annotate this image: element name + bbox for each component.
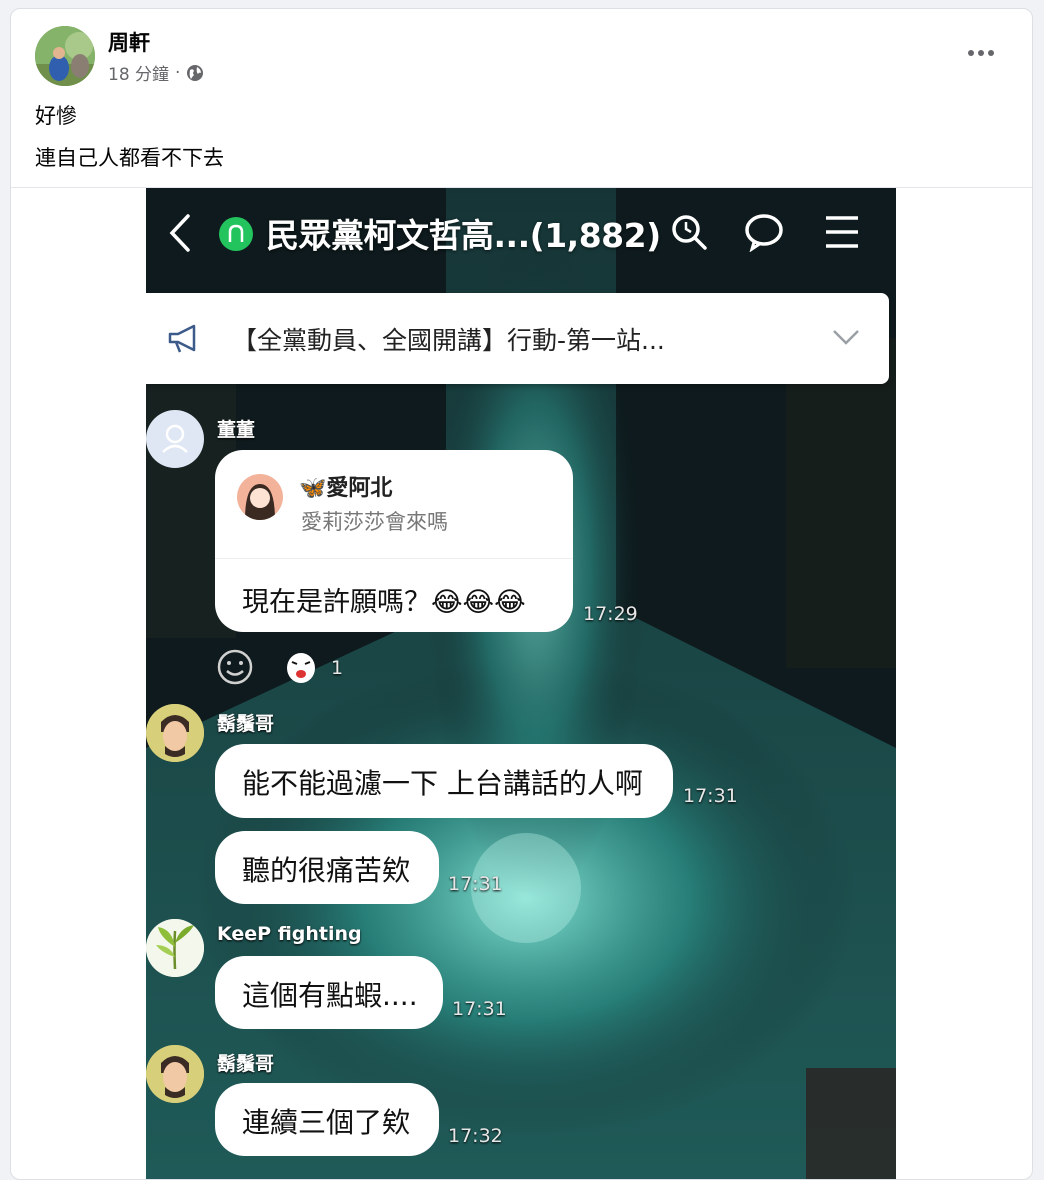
reply-name: 🦋愛阿北 bbox=[299, 476, 393, 501]
chevron-down-icon[interactable] bbox=[832, 328, 860, 346]
sender-avatar[interactable] bbox=[146, 919, 204, 977]
sender-name: 鬍鬚哥 bbox=[217, 1053, 275, 1075]
reaction-count: 1 bbox=[331, 657, 344, 679]
message-time: 17:32 bbox=[448, 1125, 503, 1147]
back-arrow-icon[interactable] bbox=[168, 212, 192, 254]
group-badge-icon bbox=[219, 217, 253, 251]
reply-text: 愛莉莎莎會來嗎 bbox=[301, 510, 448, 534]
announcement-text: 【全黨動員、全國開講】行動-第一站... bbox=[232, 326, 665, 355]
reply-divider bbox=[215, 558, 573, 559]
menu-icon[interactable] bbox=[824, 212, 860, 252]
sender-name: KeeP fighting bbox=[217, 923, 362, 945]
search-icon[interactable] bbox=[669, 212, 709, 252]
message-time: 17:29 bbox=[583, 603, 638, 625]
message-text: 聽的很痛苦欸 bbox=[242, 854, 411, 887]
chat-bubbles-icon[interactable] bbox=[744, 212, 788, 252]
post-time[interactable]: 18 分鐘 bbox=[108, 60, 169, 85]
chat-header: 民眾黨柯文哲高...(1,882) bbox=[146, 188, 896, 278]
post-text-line-1: 好慘 bbox=[35, 104, 77, 128]
message-time: 17:31 bbox=[452, 998, 507, 1020]
message-bubble[interactable]: 🦋愛阿北 愛莉莎莎會來嗎 現在是許願嗎？😂😂😂 bbox=[215, 450, 573, 632]
message-bubble[interactable]: 這個有點蝦.... bbox=[215, 956, 443, 1029]
megaphone-icon bbox=[168, 324, 196, 353]
post-meta: 18 分鐘 · bbox=[108, 60, 204, 85]
more-options-button[interactable] bbox=[964, 39, 998, 67]
message-text: 連續三個了欸 bbox=[242, 1106, 411, 1139]
sender-avatar[interactable] bbox=[146, 410, 204, 468]
dot-icon bbox=[968, 50, 974, 56]
dot-icon bbox=[988, 50, 994, 56]
message-time: 17:31 bbox=[683, 785, 738, 807]
sender-avatar[interactable] bbox=[146, 704, 204, 762]
laughing-sticker-icon[interactable] bbox=[285, 650, 317, 684]
attached-screenshot[interactable]: 民眾黨柯文哲高...(1,882) 【全黨動員、全國開講】行動-第一站... 董… bbox=[146, 188, 896, 1179]
announcement-banner[interactable]: 【全黨動員、全國開講】行動-第一站... bbox=[146, 293, 889, 384]
message-text: 現在是許願嗎？😂😂😂 bbox=[242, 587, 526, 618]
message-bubble[interactable]: 連續三個了欸 bbox=[215, 1083, 439, 1156]
message-bubble[interactable]: 聽的很痛苦欸 bbox=[215, 831, 439, 904]
sender-avatar[interactable] bbox=[146, 1045, 204, 1103]
author-avatar[interactable] bbox=[35, 26, 95, 86]
sender-name: 鬍鬚哥 bbox=[217, 713, 275, 735]
sender-name: 董董 bbox=[217, 419, 256, 441]
message-text: 這個有點蝦.... bbox=[242, 979, 418, 1012]
reply-avatar bbox=[237, 474, 283, 520]
post-text-line-2: 連自己人都看不下去 bbox=[35, 146, 224, 170]
globe-icon bbox=[187, 64, 204, 81]
chat-title[interactable]: 民眾黨柯文哲高...(1,882) bbox=[266, 209, 661, 257]
dot-icon bbox=[978, 50, 984, 56]
post-card: 周軒 18 分鐘 · 好慘 連自己人都看不下去 民眾黨柯文哲高...(1,882… bbox=[10, 8, 1033, 1180]
message-time: 17:31 bbox=[448, 873, 503, 895]
message-text: 能不能過濾一下 上台講話的人啊 bbox=[242, 767, 643, 800]
message-bubble[interactable]: 能不能過濾一下 上台講話的人啊 bbox=[215, 744, 673, 818]
meta-separator: · bbox=[175, 62, 181, 83]
add-reaction-icon[interactable] bbox=[216, 648, 254, 686]
author-name[interactable]: 周軒 bbox=[108, 27, 150, 57]
